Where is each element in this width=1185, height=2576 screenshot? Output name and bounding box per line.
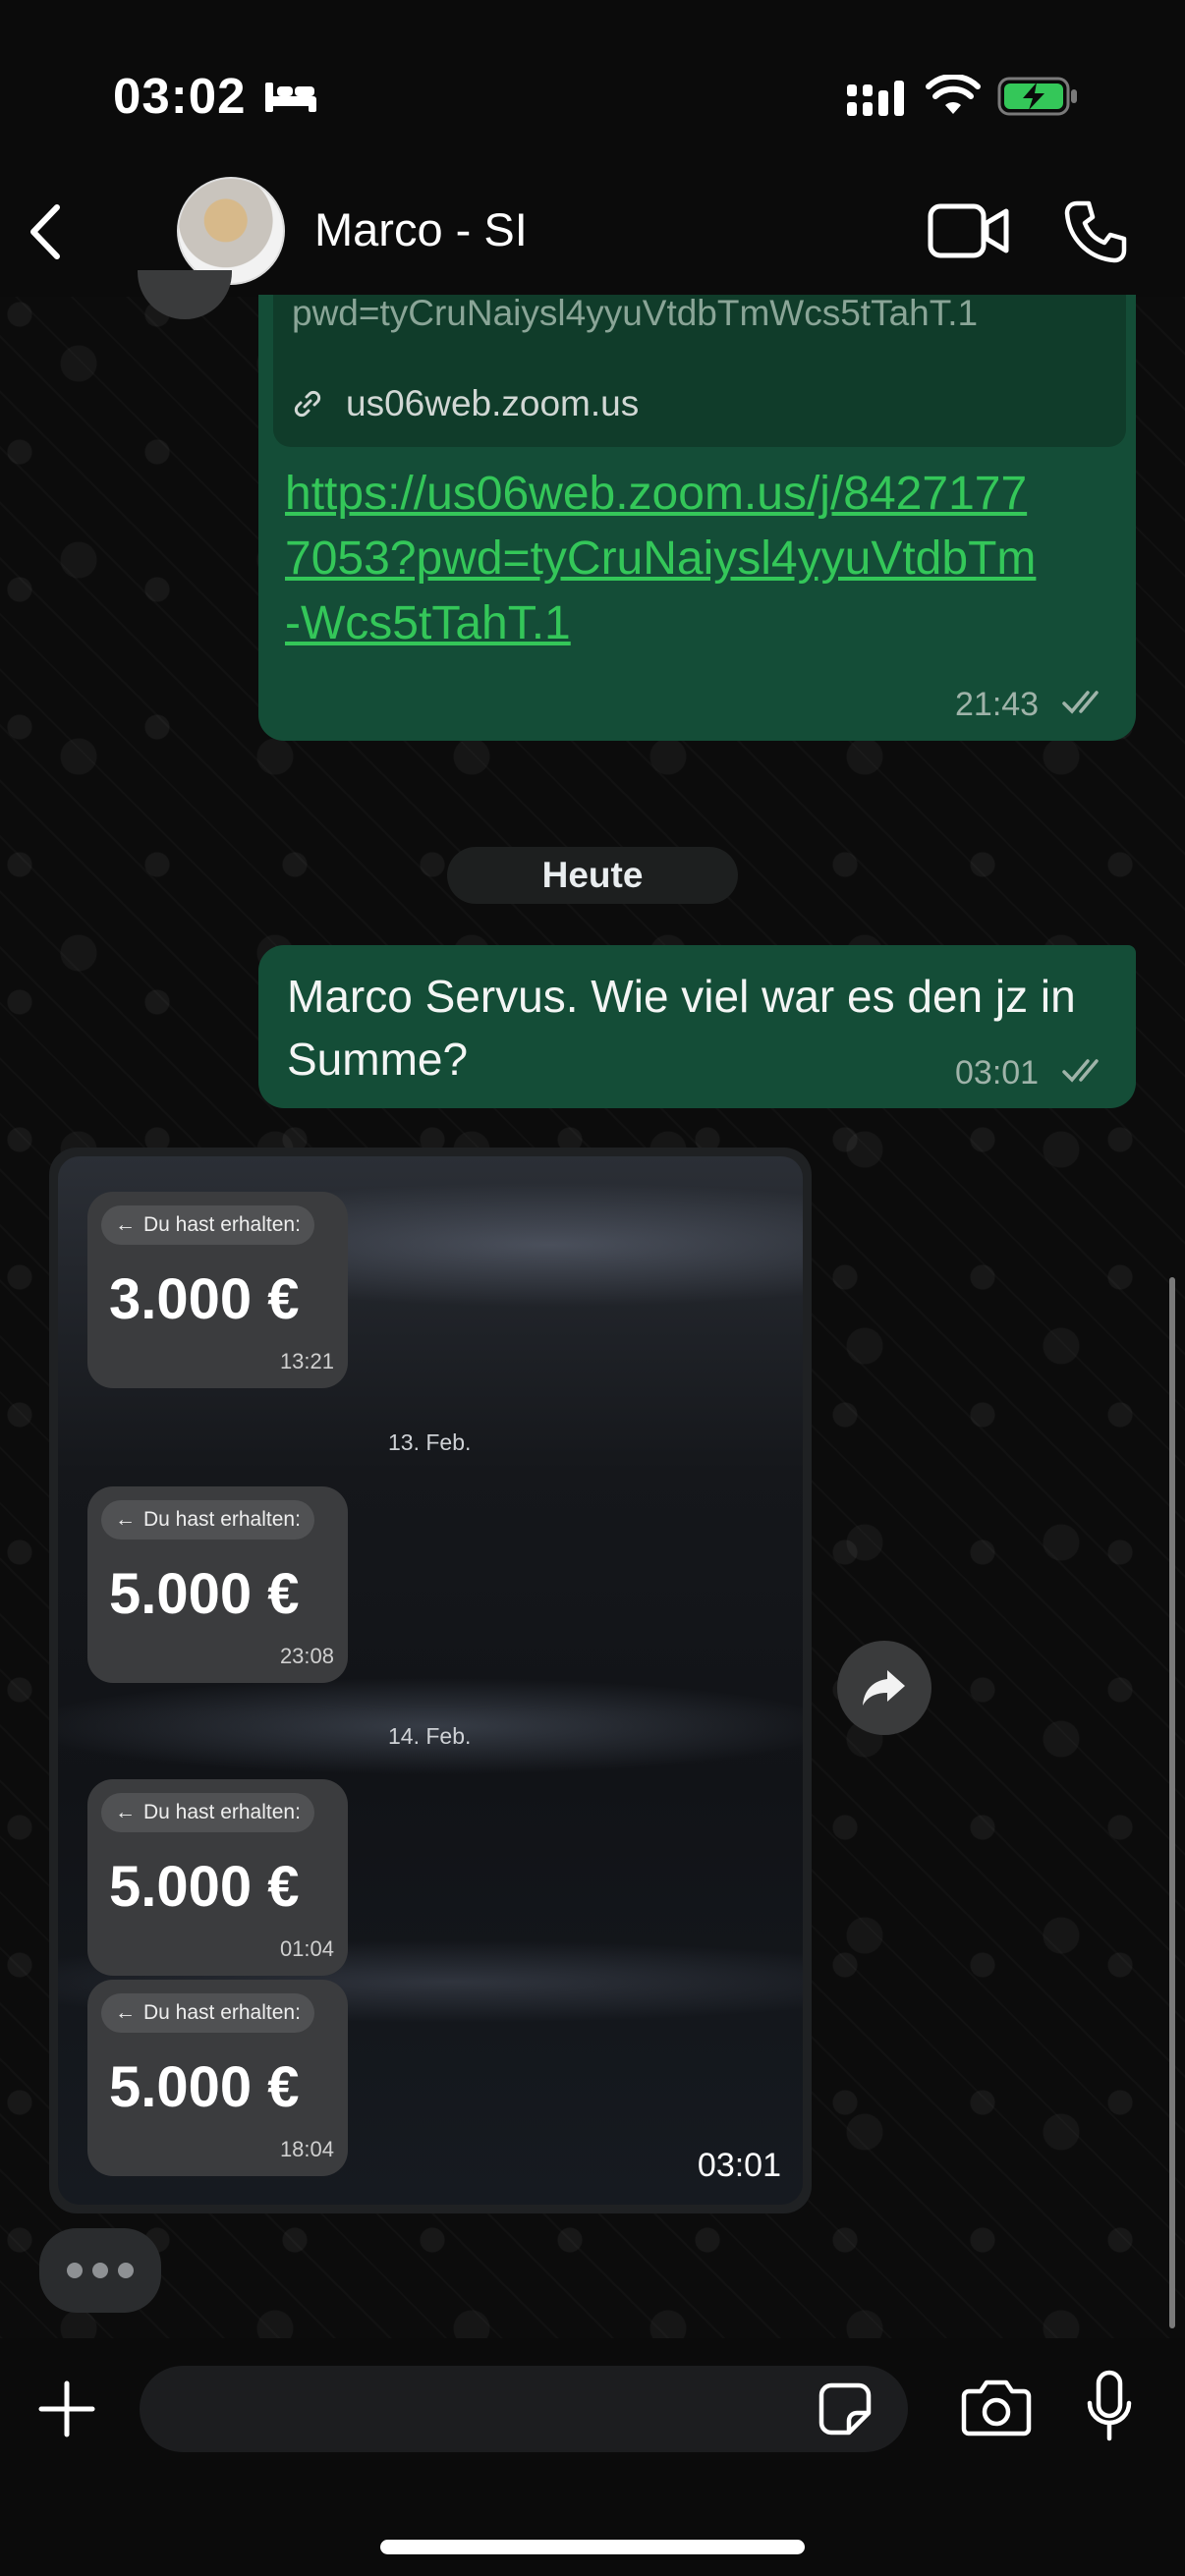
arrow-left-icon: ←	[115, 1801, 136, 1823]
receipt-amount: 5.000 €	[109, 1562, 300, 1626]
arrow-left-icon: ←	[115, 2001, 136, 2024]
video-call-icon[interactable]	[928, 201, 1010, 260]
message-input[interactable]	[140, 2366, 908, 2452]
typing-indicator	[39, 2228, 161, 2313]
forward-button[interactable]	[138, 270, 232, 319]
receipt-amount: 5.000 €	[109, 2055, 300, 2119]
contact-avatar[interactable]	[177, 177, 285, 285]
receipt-time: 01:04	[279, 1936, 334, 1961]
receipt-time: 13:21	[279, 1349, 334, 1373]
receipt-label: ← Du hast erhalten:	[101, 1993, 314, 2033]
receipt-label: ← Du hast erhalten:	[101, 1500, 314, 1540]
plus-icon[interactable]	[37, 2380, 96, 2438]
message-link[interactable]: https://us06web.zoom.us/j/84271777053?pw…	[285, 462, 1051, 656]
share-arrow-icon	[863, 1670, 905, 1706]
incoming-image-message[interactable]: ← Du hast erhalten: 3.000 € 13:21 13. Feb…	[49, 1148, 812, 2213]
microphone-icon[interactable]	[1085, 2370, 1134, 2444]
contact-name[interactable]: Marco - SI	[314, 202, 528, 256]
receipt-card: ← Du hast erhalten: 5.000 € 23:08	[87, 1486, 348, 1683]
home-indicator	[380, 2540, 805, 2554]
status-time: 03:02	[113, 68, 247, 124]
back-arrow-icon[interactable]	[24, 201, 67, 262]
sticker-icon[interactable]	[818, 2381, 873, 2436]
message-time: 03:01	[955, 1054, 1040, 1092]
receipt-card: ← Du hast erhalten: 3.000 € 13:21	[87, 1192, 348, 1388]
image-date: 14. Feb.	[388, 1723, 472, 1749]
phone-call-icon[interactable]	[1063, 199, 1128, 264]
date-separator: Heute	[447, 847, 738, 904]
typing-dot	[92, 2263, 108, 2278]
image-date: 13. Feb.	[388, 1429, 472, 1455]
receipt-amount: 5.000 €	[109, 1855, 300, 1919]
link-icon	[294, 390, 321, 418]
arrow-left-icon: ←	[115, 1213, 136, 1236]
typing-dot	[67, 2263, 83, 2278]
message-time: 21:43	[955, 686, 1040, 723]
wifi-icon	[926, 75, 981, 114]
message-time: 03:01	[697, 2147, 781, 2184]
double-check-icon	[1062, 1059, 1099, 1083]
typing-dot	[118, 2263, 134, 2278]
scrollbar[interactable]	[1169, 1277, 1175, 2328]
camera-icon[interactable]	[961, 2378, 1032, 2436]
battery-charging-icon	[997, 77, 1077, 116]
double-check-icon	[1062, 691, 1099, 714]
receipt-time: 18:04	[279, 2137, 334, 2161]
receipt-card: ← Du hast erhalten: 5.000 € 18:04	[87, 1980, 348, 2176]
link-preview-domain: us06web.zoom.us	[346, 383, 640, 423]
bed-icon	[265, 83, 316, 112]
receipt-time: 23:08	[279, 1644, 334, 1668]
receipt-card: ← Du hast erhalten: 5.000 € 01:04	[87, 1779, 348, 1976]
link-preview-text: pwd=tyCruNaiysl4yyuVtdbTmWcs5tTahT.1	[292, 293, 979, 333]
receipt-label: ← Du hast erhalten:	[101, 1205, 314, 1245]
receipt-amount: 3.000 €	[109, 1267, 300, 1331]
receipt-label: ← Du hast erhalten:	[101, 1793, 314, 1832]
signal-icon	[847, 81, 904, 116]
forward-button[interactable]	[837, 1641, 931, 1735]
image-content: ← Du hast erhalten: 3.000 € 13:21 13. Feb…	[58, 1156, 803, 2205]
arrow-left-icon: ←	[115, 1508, 136, 1531]
